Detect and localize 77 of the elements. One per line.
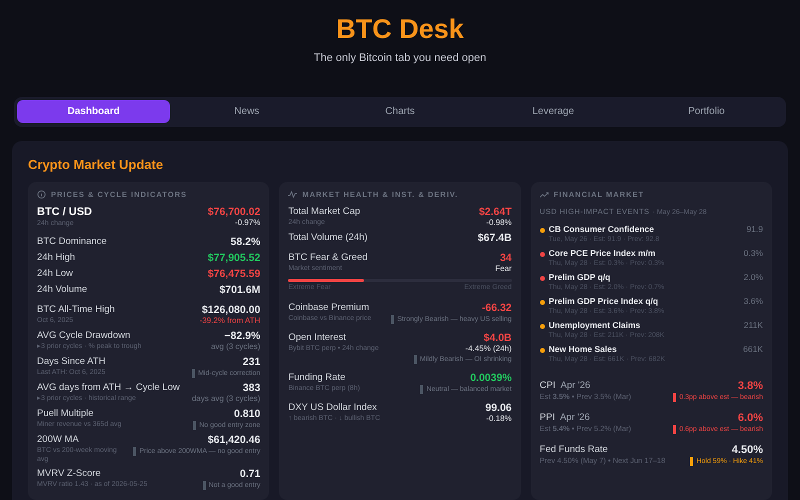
metric-change: avg (3 cycles) [210,342,260,352]
metric-label: BTC Fear & Greed [288,252,369,264]
metric-label: DXY US Dollar Index [288,402,378,414]
metric-value: -66.32 [482,302,512,314]
nav-tab[interactable]: Portfolio [630,100,784,123]
indicator-label: Fed Funds Rate [540,444,608,456]
metric-value: $4.0B [484,332,512,344]
event-value: 661K [743,344,763,355]
metric-label: Open Interest [288,332,347,344]
info-icon [37,190,46,200]
app-subtitle: The only Bitcoin tab you need open [314,51,486,66]
metric-value: $126,080.00 [202,304,260,316]
event-value: 3.6% [744,296,763,307]
metric-label: BTC All-Time High [37,304,116,316]
metric-value: −82.9% [224,330,260,342]
metric-label: Coinbase Premium [288,302,370,314]
metric-change: -0.97% [234,218,260,228]
app-title: BTC Desk [336,13,464,46]
metric-label: MVRV Z-Score [37,468,102,480]
event-name: New Home Sales [548,344,618,355]
metric-label: Puell Multiple [37,408,94,420]
metric-value: $67.4B [478,232,512,244]
metric-value: 231 [242,356,260,368]
event-name: Prelim GDP q/q [548,272,612,283]
metric-change: -39.2% from ATH [200,316,260,326]
metric-label: BTC Dominance [37,236,108,248]
metric-label: AVG days from ATH → Cycle Low [37,382,181,394]
metric-value: 58.2% [230,236,260,248]
metric-value: 0.71 [240,468,260,480]
metric-label: Total Market Cap [288,206,362,218]
metric-change: -0.98% [486,218,512,228]
metric-value: 0.810 [234,408,260,420]
event-name: Unemployment Claims [548,320,642,331]
metric-value: $61,420.46 [208,434,260,446]
event-value: 211K [744,320,763,331]
metric-change: -4.45% (24h) [465,344,512,354]
indicator-label: CPI [540,380,556,392]
metric-label: 24h Low [37,268,74,280]
metric-change: days avg (3 cycles) [192,394,260,404]
pulse-icon [288,190,298,200]
event-value: 0.3% [744,248,763,259]
indicator-period: Apr '26 [560,412,590,424]
metric-label: 24h Volume [37,284,88,296]
event-value: 2.0% [744,272,763,283]
nav-tab[interactable]: Charts [323,100,477,123]
metric-label: Funding Rate [288,372,346,384]
indicator-value: 6.0% [738,412,763,425]
event-value: 91.9 [746,224,763,235]
indicator-label: PPI [540,412,555,424]
metric-value: 99.06 [485,402,512,414]
metric-label: 200W MA [37,434,80,446]
trend-up-icon [540,190,549,200]
event-name: CB Consumer Confidence [548,224,655,235]
event-name: Core PCE Price Index m/m [548,248,656,259]
metric-value: $76,475.59 [208,268,260,280]
section-title: Crypto Market Update [28,156,164,174]
metric-change: -0.18% [486,414,512,424]
metric-value: $701.6M [219,284,260,296]
indicator-value: 3.8% [738,380,763,393]
metric-value: $76,700.02 [208,206,260,218]
metric-value: 383 [242,382,260,394]
nav-tab[interactable]: Leverage [476,100,630,123]
metric-label: Total Volume (24h) [288,232,369,244]
metric-value: 34 [500,252,512,264]
metric-change: Fear [495,264,512,274]
nav-tab[interactable]: Dashboard [17,100,170,123]
indicator-value: 4.50% [732,444,763,457]
indicator-period: Apr '26 [560,380,590,392]
metric-value: $2.64T [478,206,512,218]
metric-label: BTC / USD [37,206,93,220]
metric-label: Days Since ATH [37,356,106,368]
metric-value: $77,905.52 [208,252,260,264]
event-name: Prelim GDP Price Index q/q [548,296,660,307]
metric-label: AVG Cycle Drawdown [37,330,132,342]
metric-value: 0.0039% [470,372,512,384]
nav-tab[interactable]: News [170,100,324,123]
metric-label: 24h High [37,252,76,264]
